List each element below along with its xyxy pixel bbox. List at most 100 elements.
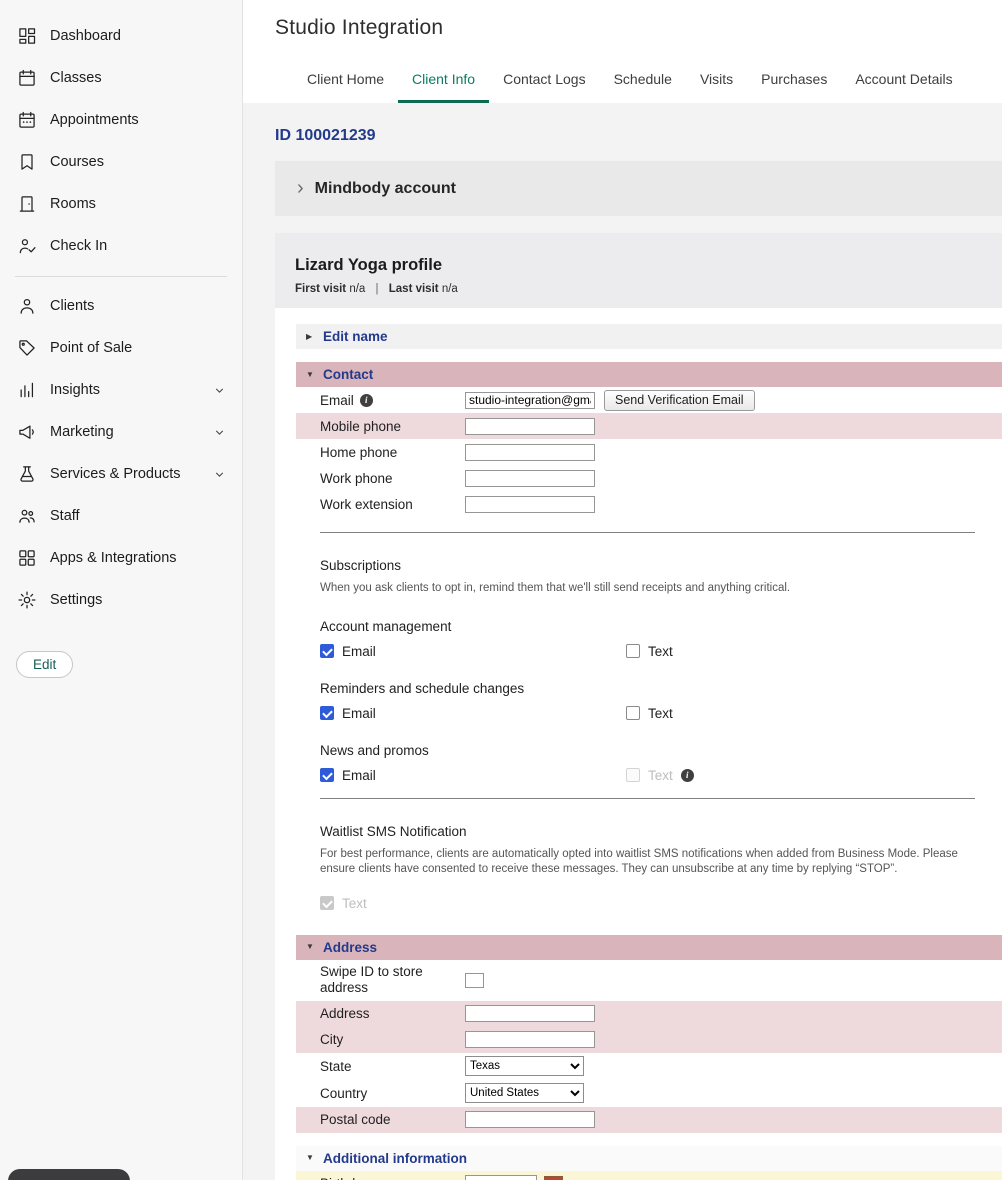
section-contact[interactable]: ▼ Contact	[296, 362, 1002, 387]
profile-header: Lizard Yoga profile First visit n/a | La…	[275, 233, 1002, 308]
triangle-down-icon: ▼	[306, 371, 315, 379]
state-select[interactable]: Texas	[465, 1056, 584, 1076]
tab-visits[interactable]: Visits	[686, 62, 747, 103]
calendar-picker-icon[interactable]	[544, 1175, 563, 1180]
sidebar-item-rooms[interactable]: Rooms	[0, 183, 242, 225]
mobile-phone-input[interactable]	[465, 418, 595, 435]
state-row: State Texas	[296, 1053, 1002, 1080]
home-phone-input[interactable]	[465, 444, 595, 461]
postal-code-input[interactable]	[465, 1111, 595, 1128]
appointments-calendar-icon	[16, 110, 37, 131]
country-label: Country	[320, 1086, 465, 1101]
tab-purchases[interactable]: Purchases	[747, 62, 841, 103]
country-select[interactable]: United States	[465, 1083, 584, 1103]
sidebar-item-apps-integrations[interactable]: Apps & Integrations	[0, 537, 242, 579]
divider	[320, 532, 975, 533]
section-title: Address	[323, 940, 377, 955]
sidebar-item-marketing[interactable]: Marketing	[0, 411, 242, 453]
sidebar-item-classes[interactable]: Classes	[0, 57, 242, 99]
news-promos-email-checkbox[interactable]	[320, 768, 334, 782]
waitlist-text-checkbox	[320, 896, 334, 910]
home-phone-row: Home phone	[296, 439, 1002, 465]
section-title: Contact	[323, 367, 373, 382]
send-verification-email-button[interactable]: Send Verification Email	[604, 390, 755, 411]
reminders-email-checkbox[interactable]	[320, 706, 334, 720]
sidebar-item-staff[interactable]: Staff	[0, 495, 242, 537]
tab-client-home[interactable]: Client Home	[293, 62, 398, 103]
tab-schedule[interactable]: Schedule	[600, 62, 686, 103]
sidebar-item-label: Services & Products	[50, 466, 181, 482]
sidebar: Dashboard Classes Appointments Courses R…	[0, 0, 243, 1180]
bar-chart-icon	[16, 380, 37, 401]
chevron-down-icon	[213, 426, 226, 439]
sidebar-item-settings[interactable]: Settings	[0, 579, 242, 621]
tag-icon	[16, 338, 37, 359]
info-icon[interactable]: i	[681, 769, 694, 782]
city-input[interactable]	[465, 1031, 595, 1048]
tab-contact-logs[interactable]: Contact Logs	[489, 62, 600, 103]
work-extension-row: Work extension	[296, 491, 1002, 517]
sidebar-item-label: Check In	[50, 238, 107, 254]
checkbox-label: Email	[342, 644, 376, 659]
reminders-text-checkbox[interactable]	[626, 706, 640, 720]
country-row: Country United States	[296, 1080, 1002, 1107]
subscription-group-row: Email Text i	[320, 768, 1002, 783]
sidebar-item-check-in[interactable]: Check In	[0, 225, 242, 267]
mindbody-account-title: Mindbody account	[315, 180, 456, 198]
tab-account-details[interactable]: Account Details	[841, 62, 966, 103]
news-promos-text-checkbox	[626, 768, 640, 782]
section-address[interactable]: ▼ Address	[296, 935, 1002, 960]
email-label-wrap: Email i	[320, 393, 465, 408]
sidebar-item-label: Clients	[50, 298, 94, 314]
sidebar-item-clients[interactable]: Clients	[0, 285, 242, 327]
city-label: City	[320, 1032, 465, 1047]
first-visit-label: First visit	[295, 283, 346, 295]
sidebar-item-dashboard[interactable]: Dashboard	[0, 15, 242, 57]
sidebar-item-appointments[interactable]: Appointments	[0, 99, 242, 141]
first-visit-value: n/a	[349, 283, 365, 295]
section-title: Edit name	[323, 329, 388, 344]
sidebar-item-point-of-sale[interactable]: Point of Sale	[0, 327, 242, 369]
section-additional-information[interactable]: ▼ Additional information	[296, 1146, 1002, 1171]
info-icon[interactable]: i	[360, 394, 373, 407]
swipe-id-input[interactable]	[465, 973, 484, 988]
sidebar-item-label: Rooms	[50, 196, 96, 212]
subscription-group-row: Email Text	[320, 644, 1002, 659]
triangle-down-icon: ▼	[306, 943, 315, 951]
postal-code-label: Postal code	[320, 1112, 465, 1127]
person-check-icon	[16, 236, 37, 257]
subscription-group-row: Email Text	[320, 706, 1002, 721]
birthday-input[interactable]	[465, 1175, 537, 1180]
person-icon	[16, 296, 37, 317]
sidebar-edit-button[interactable]: Edit	[16, 651, 73, 678]
last-visit-label: Last visit	[389, 283, 439, 295]
account-management-email-checkbox[interactable]	[320, 644, 334, 658]
sidebar-item-insights[interactable]: Insights	[0, 369, 242, 411]
work-extension-input[interactable]	[465, 496, 595, 513]
work-phone-input[interactable]	[465, 470, 595, 487]
sidebar-item-services-products[interactable]: Services & Products	[0, 453, 242, 495]
mindbody-account-section[interactable]: › Mindbody account	[275, 161, 1002, 216]
address-input[interactable]	[465, 1005, 595, 1022]
checkbox-label: Text	[648, 768, 673, 783]
sidebar-item-courses[interactable]: Courses	[0, 141, 242, 183]
divider	[320, 798, 975, 799]
section-edit-name[interactable]: ▶ Edit name	[296, 324, 1002, 349]
tab-client-info[interactable]: Client Info	[398, 62, 489, 103]
visit-summary: First visit n/a | Last visit n/a	[295, 283, 982, 295]
bookmark-icon	[16, 152, 37, 173]
triangle-right-icon: ▶	[306, 333, 315, 341]
subscription-group-title: Account management	[320, 619, 1002, 634]
client-id: ID 100021239	[243, 103, 1002, 161]
work-phone-label: Work phone	[320, 471, 465, 486]
mobile-phone-label: Mobile phone	[320, 419, 465, 434]
profile-card: Lizard Yoga profile First visit n/a | La…	[275, 233, 1002, 1180]
grid-icon	[16, 548, 37, 569]
profile-sections: ▶ Edit name ▼ Contact Email i Send Verif…	[275, 308, 1002, 1180]
account-management-text-checkbox[interactable]	[626, 644, 640, 658]
page-title: Studio Integration	[275, 16, 1002, 40]
checkbox-label: Text	[648, 644, 673, 659]
email-input[interactable]	[465, 392, 595, 409]
sidebar-item-label: Courses	[50, 154, 104, 170]
sidebar-item-label: Appointments	[50, 112, 139, 128]
